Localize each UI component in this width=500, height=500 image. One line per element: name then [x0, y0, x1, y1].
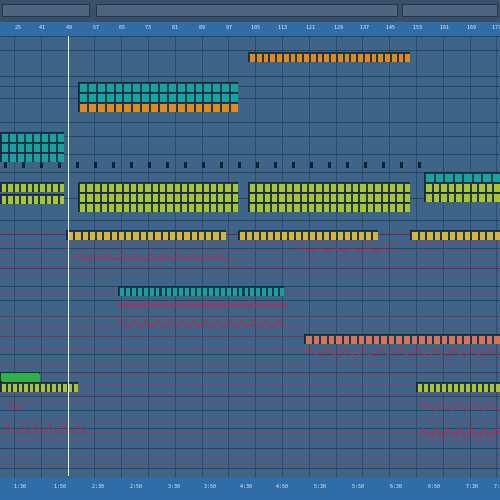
time-label: 2:30 — [92, 484, 105, 490]
automation-envelope[interactable] — [75, 253, 231, 262]
top-toolbar — [0, 0, 500, 22]
time-label: 5:50 — [352, 484, 365, 490]
automation-curves — [3, 246, 500, 439]
time-label: 4:30 — [240, 484, 253, 490]
bar-number: 121 — [306, 25, 316, 31]
bar-number: 25 — [15, 25, 22, 31]
time-label: 5:30 — [314, 484, 327, 490]
bar-number: 161 — [440, 25, 450, 31]
bar-number: 105 — [251, 25, 261, 31]
automation-envelope[interactable] — [419, 426, 500, 439]
playhead-cursor[interactable] — [68, 36, 69, 476]
automation-envelope[interactable] — [3, 424, 89, 434]
bar-number: 65 — [119, 25, 126, 31]
bar-ruler[interactable]: 25 41 49 57 65 73 81 89 97 105 113 121 129 137 145 153 1… — [0, 22, 500, 36]
bar-number: 97 — [226, 25, 233, 31]
overview-strip-left[interactable] — [2, 4, 90, 17]
time-label: 6:30 — [390, 484, 403, 490]
overview-strip[interactable] — [96, 4, 398, 17]
automation-envelope[interactable] — [297, 246, 395, 253]
bar-number: 113 — [278, 25, 288, 31]
time-label: 7:30 — [466, 484, 479, 490]
bar-number: 41 — [39, 25, 46, 31]
time-label: 4:50 — [276, 484, 289, 490]
arrangement-window: 25 41 49 57 65 73 81 89 97 105 113 121 129 137 145 153 1… — [0, 0, 500, 500]
time-ruler[interactable]: 1:30 1:50 2:30 2:50 3:30 3:50 4:30 4:50 5:30 5:50… — [0, 478, 500, 500]
bar-number: 49 — [66, 25, 73, 31]
time-label: 7:50 — [494, 484, 500, 490]
bar-number: 57 — [93, 25, 100, 31]
automation-envelope[interactable] — [117, 301, 289, 309]
bar-number: 129 — [334, 25, 344, 31]
automation-envelope[interactable] — [7, 404, 25, 411]
time-label: 3:30 — [168, 484, 181, 490]
arrangement-area[interactable] — [0, 36, 500, 478]
bar-number: 153 — [413, 25, 423, 31]
time-label: 1:30 — [14, 484, 27, 490]
automation-envelope[interactable] — [117, 319, 287, 328]
bar-number: 73 — [145, 25, 152, 31]
time-label: 1:50 — [54, 484, 67, 490]
bar-number: 177 — [492, 25, 500, 31]
overview-strip-right[interactable] — [402, 4, 498, 17]
bar-number: 81 — [172, 25, 179, 31]
time-label: 6:50 — [428, 484, 441, 490]
automation-envelope[interactable] — [419, 403, 500, 411]
time-label: 2:50 — [130, 484, 143, 490]
automation-envelope[interactable] — [303, 349, 500, 357]
bar-number: 145 — [386, 25, 396, 31]
bar-number: 169 — [467, 25, 477, 31]
time-label: 3:50 — [204, 484, 217, 490]
bar-number: 89 — [199, 25, 206, 31]
bar-number: 137 — [360, 25, 370, 31]
